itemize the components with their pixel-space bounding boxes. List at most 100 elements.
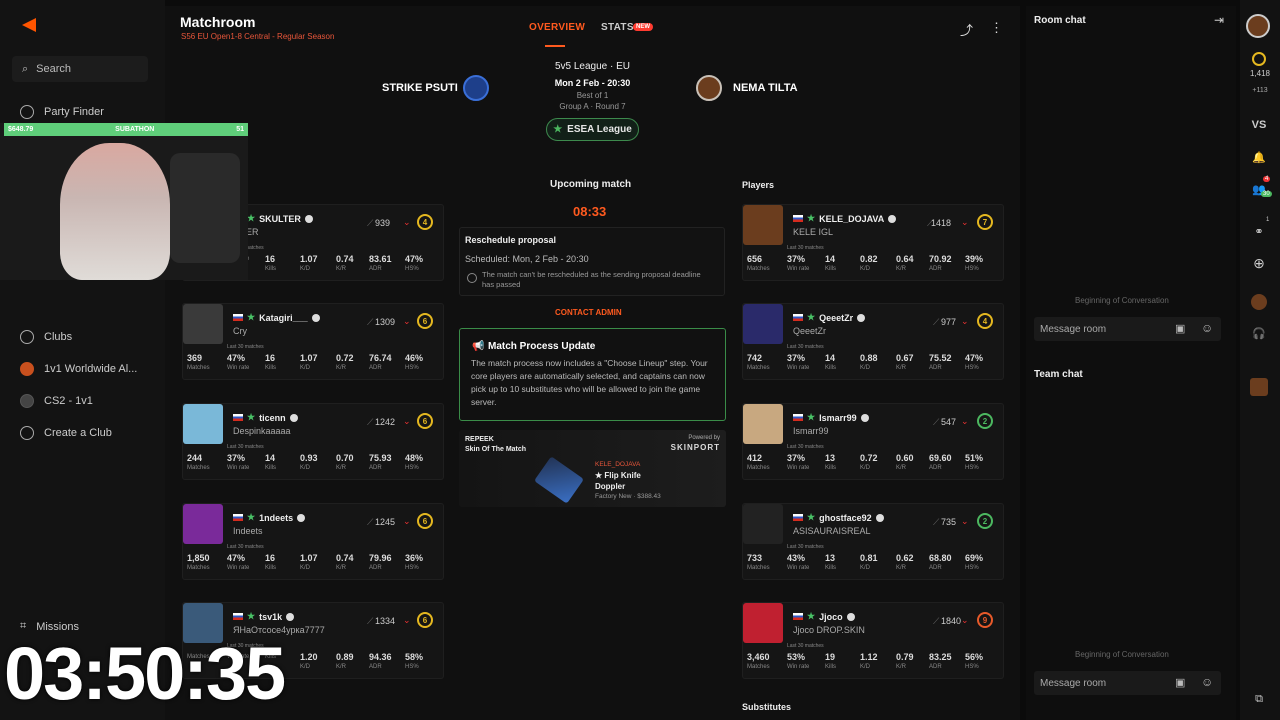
stat-hs: 39% HS% — [965, 254, 984, 272]
bell-icon[interactable]: 🔔 — [1250, 151, 1268, 164]
team-message-input[interactable]: Message room — [1034, 671, 1221, 695]
player-card[interactable]: ★ Jjoco Jjoco DROP.SKIN ⟋ 1840 ⌄ 9 Last 3… — [742, 602, 1004, 679]
team-left-logo[interactable] — [463, 75, 489, 101]
last30-label: Last 30 matches — [787, 344, 824, 350]
room-message-input[interactable]: Message room — [1034, 317, 1221, 341]
stream-timer: 03:50:35 — [4, 632, 286, 715]
player-name-row[interactable]: ★ Ismarr99 — [793, 412, 869, 423]
player-name[interactable]: QeeetZr — [819, 313, 853, 323]
player-name[interactable]: ticenn — [259, 413, 286, 423]
contact-admin-button[interactable]: CONTACT ADMIN — [555, 308, 622, 317]
nav-clubs[interactable]: Clubs — [20, 330, 72, 344]
right-rail — [1240, 0, 1280, 720]
search-input[interactable]: ⌕ Search — [12, 56, 148, 82]
room-chat-title: Room chat — [1034, 15, 1086, 26]
faceit-logo[interactable] — [22, 18, 36, 32]
headset-icon[interactable]: 🎧 — [1250, 327, 1268, 340]
esea-star-icon: ★ — [247, 611, 256, 621]
player-stats: 412 Matches 37% Win rate 13 Kills 0.72 K/D 0… — [747, 453, 995, 473]
player-name[interactable]: KELE_DOJAVA — [819, 214, 884, 224]
stat-kd: 1.07 K/D — [300, 254, 318, 272]
info-icon — [467, 273, 477, 283]
streamer-image — [60, 143, 170, 280]
party-icon[interactable]: ⚭ — [1250, 225, 1268, 238]
player-card[interactable]: ★ ticenn Despinkaaaaa ⟋ 1242 ⌄ 6 Last 30 … — [182, 403, 444, 480]
tab-stats[interactable]: STATS — [601, 22, 634, 33]
skin-of-match-card[interactable]: REPEEK Skin Of The Match Powered by SKIN… — [459, 430, 726, 507]
player-card[interactable]: ★ KELE_DOJAVA KELE IGL ⟋ 1418 ⌄ 7 Last 30… — [742, 204, 1004, 281]
season-link[interactable]: S56 EU Open1-8 Central - Regular Season — [181, 32, 334, 41]
player-card[interactable]: ★ 1ndeets Indeets ⟋ 1245 ⌄ 6 Last 30 matc… — [182, 503, 444, 580]
stat-matches: 244 Matches — [187, 453, 210, 471]
esea-star-icon: ★ — [247, 312, 256, 322]
esea-star-icon: ★ — [247, 213, 256, 223]
image-icon[interactable]: ▣ — [1175, 676, 1185, 689]
emoji-icon[interactable]: ☺ — [1201, 675, 1213, 689]
vs-icon[interactable]: VS — [1250, 119, 1268, 131]
player-name[interactable]: Jjoco — [819, 612, 843, 622]
new-badge: NEW — [633, 23, 653, 31]
more-icon[interactable]: ⋮ — [990, 20, 1003, 36]
team-chat-avatar[interactable] — [1250, 378, 1268, 396]
player-elo: 1840 — [941, 616, 962, 626]
player-name[interactable]: 1ndeets — [259, 513, 293, 523]
player-card[interactable]: ★ Ismarr99 Ismarr99 ⟋ 547 ⌄ 2 Last 30 mat… — [742, 403, 1004, 480]
team-left-name[interactable]: STRIKE PSUTI — [382, 82, 458, 94]
player-name-row[interactable]: ★ 1ndeets — [233, 512, 306, 523]
player-name[interactable]: Ismarr99 — [819, 413, 857, 423]
player-name-row[interactable]: ★ tsv1k — [233, 611, 295, 622]
image-icon[interactable]: ▣ — [1175, 322, 1185, 335]
search-icon: ⌕ — [22, 62, 29, 75]
emoji-icon[interactable]: ☺ — [1201, 321, 1213, 335]
skin-label: Skin Of The Match — [465, 446, 527, 453]
player-name[interactable]: ghostface92 — [819, 513, 872, 523]
nav-club-cs2[interactable]: CS2 - 1v1 — [20, 394, 93, 408]
player-name[interactable]: tsv1k — [259, 612, 282, 622]
stat-kd: 1.07 K/D — [300, 553, 318, 571]
player-name[interactable]: SKULTER — [259, 214, 301, 224]
player-avatar[interactable] — [743, 603, 783, 643]
stat-kr: 0.60 K/R — [896, 453, 914, 471]
player-avatar[interactable] — [743, 205, 783, 245]
chat-avatar[interactable] — [1251, 294, 1267, 310]
nav-club-1v1[interactable]: 1v1 Worldwide Al... — [20, 362, 137, 376]
player-name-row[interactable]: ★ KELE_DOJAVA — [793, 213, 897, 224]
share-icon[interactable]: ⤴ — [960, 20, 973, 39]
player-avatar[interactable] — [743, 404, 783, 444]
player-name-row[interactable]: ★ QeeetZr — [793, 312, 866, 323]
stat-kills: 14 Kills — [825, 254, 837, 272]
player-card[interactable]: ★ ghostface92 ASISAURAISREAL ⟋ 735 ⌄ 2 La… — [742, 503, 1004, 580]
esea-league-button[interactable]: ★ ESEA League — [546, 118, 639, 141]
add-icon[interactable]: ⊕ — [1250, 255, 1268, 272]
nav-create-club[interactable]: Create a Club — [20, 426, 112, 440]
team-right-logo[interactable] — [696, 75, 722, 101]
player-name-row[interactable]: ★ Katagiri___ — [233, 312, 320, 323]
player-card[interactable]: ★ Katagiri___ Cry ⟋ 1309 ⌄ 6 Last 30 matc… — [182, 303, 444, 380]
elo-change: +113 — [1252, 87, 1268, 94]
stat-matches: 733 Matches — [747, 553, 770, 571]
player-card[interactable]: ★ QeeetZr QeeetZr ⟋ 977 ⌄ 4 Last 30 match… — [742, 303, 1004, 380]
player-name-row[interactable]: ★ ticenn — [233, 412, 298, 423]
player-name-row[interactable]: ★ ghostface92 — [793, 512, 884, 523]
player-avatar[interactable] — [183, 304, 223, 344]
level-badge: 6 — [417, 612, 433, 628]
online-badge: 30 — [1261, 191, 1272, 197]
stat-hs: 36% HS% — [405, 553, 424, 571]
user-avatar[interactable] — [1246, 14, 1270, 38]
player-name[interactable]: Katagiri___ — [259, 313, 308, 323]
stat-hs: 58% HS% — [405, 652, 424, 670]
collapse-chat-icon[interactable]: ⇥ — [1214, 13, 1224, 27]
player-avatar[interactable] — [743, 304, 783, 344]
player-name-row[interactable]: ★ Jjoco — [793, 611, 855, 622]
trend-icon: ⟋ — [933, 616, 940, 626]
team-right-name[interactable]: NEMA TILTA — [733, 82, 798, 94]
esea-star-icon: ★ — [807, 611, 816, 621]
stat-kr: 0.70 K/R — [336, 453, 354, 471]
player-avatar[interactable] — [743, 504, 783, 544]
clubs-icon — [20, 330, 34, 344]
player-avatar[interactable] — [183, 404, 223, 444]
tab-overview[interactable]: OVERVIEW — [529, 22, 585, 33]
player-avatar[interactable] — [183, 504, 223, 544]
nav-party-finder[interactable]: Party Finder — [20, 105, 104, 119]
collapse-rail-icon[interactable]: ⧉ — [1250, 693, 1268, 706]
